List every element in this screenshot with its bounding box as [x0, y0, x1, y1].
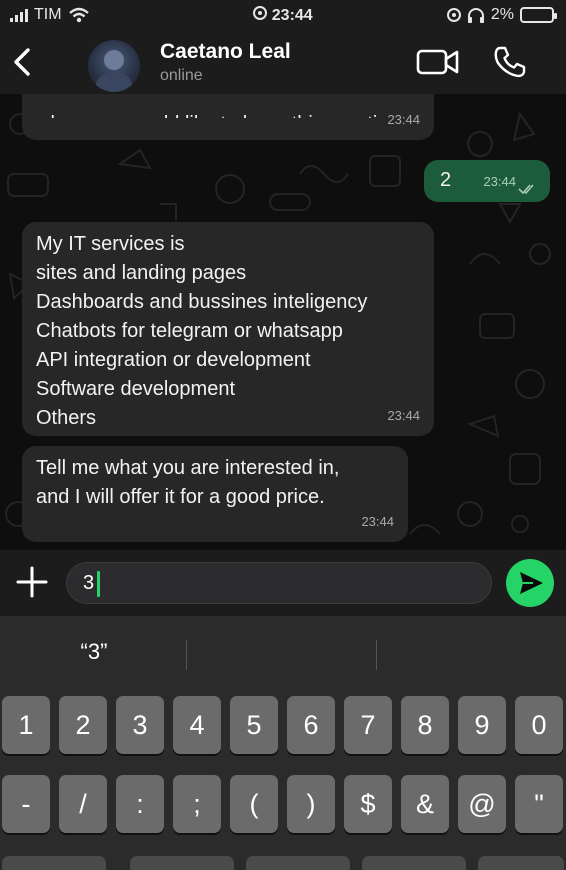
- chat-area[interactable]: when you would like to have this meeting…: [0, 94, 566, 550]
- message-time: 23:44: [387, 408, 420, 423]
- keyboard: “3” 1 2 3 4 5 6 7 8 9 0 - / : ; ( ) $ & …: [0, 616, 566, 870]
- key-3[interactable]: 3: [116, 696, 164, 754]
- key-hyphen[interactable]: -: [2, 775, 50, 833]
- key-ampersand[interactable]: &: [401, 775, 449, 833]
- key-8[interactable]: 8: [401, 696, 449, 754]
- attach-button[interactable]: [14, 564, 50, 600]
- phone-icon: [494, 46, 526, 78]
- message-text: when you would like to have this meeting…: [36, 94, 416, 118]
- headphones-icon: [467, 8, 484, 23]
- key-period[interactable]: [130, 856, 234, 870]
- message-text: My IT services is sites and landing page…: [36, 233, 368, 429]
- plus-icon: [16, 566, 48, 598]
- status-time: 23:44: [271, 7, 313, 24]
- contact-name[interactable]: Caetano Leal: [160, 40, 291, 64]
- message-bubble-incoming[interactable]: when you would like to have this meeting…: [22, 94, 434, 140]
- battery-percent: 2%: [490, 6, 514, 23]
- message-bubble-incoming[interactable]: Tell me what you are interested in, and …: [22, 446, 408, 542]
- screen-record-icon: [253, 6, 268, 20]
- key-colon[interactable]: :: [116, 775, 164, 833]
- message-text: 2: [440, 169, 452, 191]
- suggestion-divider: [376, 640, 377, 670]
- voice-call-button[interactable]: [492, 44, 528, 80]
- send-button[interactable]: [506, 559, 554, 607]
- key-slash[interactable]: /: [59, 775, 107, 833]
- status-bar: TIM 23:44 2%: [0, 0, 566, 32]
- composer-bar: 3: [0, 550, 566, 616]
- suggestion-item[interactable]: “3”: [0, 624, 188, 680]
- suggestion-item[interactable]: [188, 624, 376, 680]
- back-button[interactable]: [4, 42, 40, 82]
- status-bar-right: 2%: [446, 6, 557, 24]
- message-time: 23:44: [483, 174, 516, 189]
- message-time: 23:44: [361, 514, 394, 529]
- message-input-value: 3: [83, 572, 95, 594]
- suggestion-item[interactable]: [378, 624, 566, 680]
- message-bubble-outgoing[interactable]: 2 23:44: [424, 160, 550, 202]
- key-comma[interactable]: [246, 856, 350, 870]
- key-question[interactable]: [362, 856, 466, 870]
- key-symbols-toggle[interactable]: [2, 856, 106, 870]
- battery-icon: [520, 7, 557, 23]
- key-4[interactable]: 4: [173, 696, 221, 754]
- key-0[interactable]: 0: [515, 696, 563, 754]
- key-9[interactable]: 9: [458, 696, 506, 754]
- key-2[interactable]: 2: [59, 696, 107, 754]
- chevron-left-icon: [14, 48, 30, 76]
- chat-header: Caetano Leal online: [0, 32, 566, 94]
- double-check-icon: [518, 184, 534, 195]
- key-at[interactable]: @: [458, 775, 506, 833]
- message-input[interactable]: 3: [66, 562, 539, 604]
- key-semicolon[interactable]: ;: [173, 775, 221, 833]
- message-text: Tell me what you are interested in, and …: [36, 457, 340, 508]
- contact-status: online: [160, 67, 203, 84]
- key-close-paren[interactable]: ): [287, 775, 335, 833]
- message-time: 23:44: [387, 112, 420, 127]
- video-camera-icon: [416, 49, 459, 75]
- key-delete[interactable]: [478, 856, 564, 870]
- message-text-content: when you would like to have this meeting…: [36, 110, 416, 118]
- suggestion-bar: “3”: [0, 624, 566, 680]
- avatar[interactable]: [88, 40, 140, 92]
- text-caret: [97, 571, 100, 597]
- key-6[interactable]: 6: [287, 696, 335, 754]
- key-open-paren[interactable]: (: [230, 775, 278, 833]
- message-bubble-incoming[interactable]: My IT services is sites and landing page…: [22, 222, 434, 436]
- key-5[interactable]: 5: [230, 696, 278, 754]
- suggestion-divider: [186, 640, 187, 670]
- send-icon: [520, 572, 543, 594]
- rotation-lock-icon: [446, 8, 461, 22]
- key-quote[interactable]: ": [515, 775, 563, 833]
- key-1[interactable]: 1: [2, 696, 50, 754]
- key-7[interactable]: 7: [344, 696, 392, 754]
- video-call-button[interactable]: [416, 46, 460, 78]
- key-dollar[interactable]: $: [344, 775, 392, 833]
